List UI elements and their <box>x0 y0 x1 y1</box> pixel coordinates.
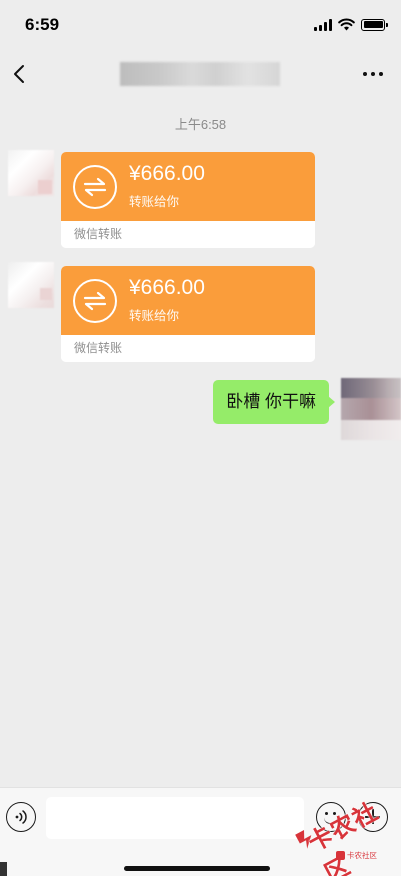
contact-avatar[interactable] <box>8 262 54 308</box>
transfer-card-top: ¥666.00 转账给你 <box>61 152 315 221</box>
transfer-footer: 微信转账 <box>61 335 315 362</box>
contact-avatar[interactable] <box>8 150 54 196</box>
voice-icon[interactable] <box>6 802 36 832</box>
status-bar: 6:59 <box>0 0 401 50</box>
transfer-note: 转账给你 <box>129 309 180 323</box>
self-avatar[interactable] <box>341 378 401 440</box>
message-input[interactable] <box>46 797 304 839</box>
transfer-footer: 微信转账 <box>61 221 315 248</box>
wifi-icon <box>338 18 355 31</box>
battery-icon <box>361 18 388 31</box>
chat-timestamp: 上午6:58 <box>174 117 227 132</box>
nav-bar <box>0 50 401 100</box>
corner-mark <box>0 862 7 876</box>
transfer-amount: ¥666.00 <box>129 276 205 299</box>
chat-title-redacted <box>120 62 280 86</box>
transfer-card[interactable]: ¥666.00 转账给你 微信转账 <box>61 152 315 248</box>
status-icons <box>314 18 388 31</box>
transfer-card-top: ¥666.00 转账给你 <box>61 266 315 335</box>
more-dots-icon[interactable] <box>363 72 383 76</box>
home-indicator[interactable] <box>124 866 270 871</box>
plus-icon[interactable] <box>358 802 388 832</box>
transfer-icon <box>73 279 117 323</box>
status-time: 6:59 <box>25 15 60 34</box>
signal-icon <box>314 18 332 31</box>
outgoing-message-bubble[interactable]: 卧槽 你干嘛 <box>213 380 335 424</box>
transfer-icon <box>73 165 117 209</box>
transfer-note: 转账给你 <box>129 195 180 209</box>
input-bar <box>0 787 401 876</box>
emoji-icon[interactable] <box>316 802 346 832</box>
transfer-amount: ¥666.00 <box>129 162 205 185</box>
transfer-card[interactable]: ¥666.00 转账给你 微信转账 <box>61 266 315 362</box>
chevron-left-icon[interactable] <box>8 62 32 86</box>
